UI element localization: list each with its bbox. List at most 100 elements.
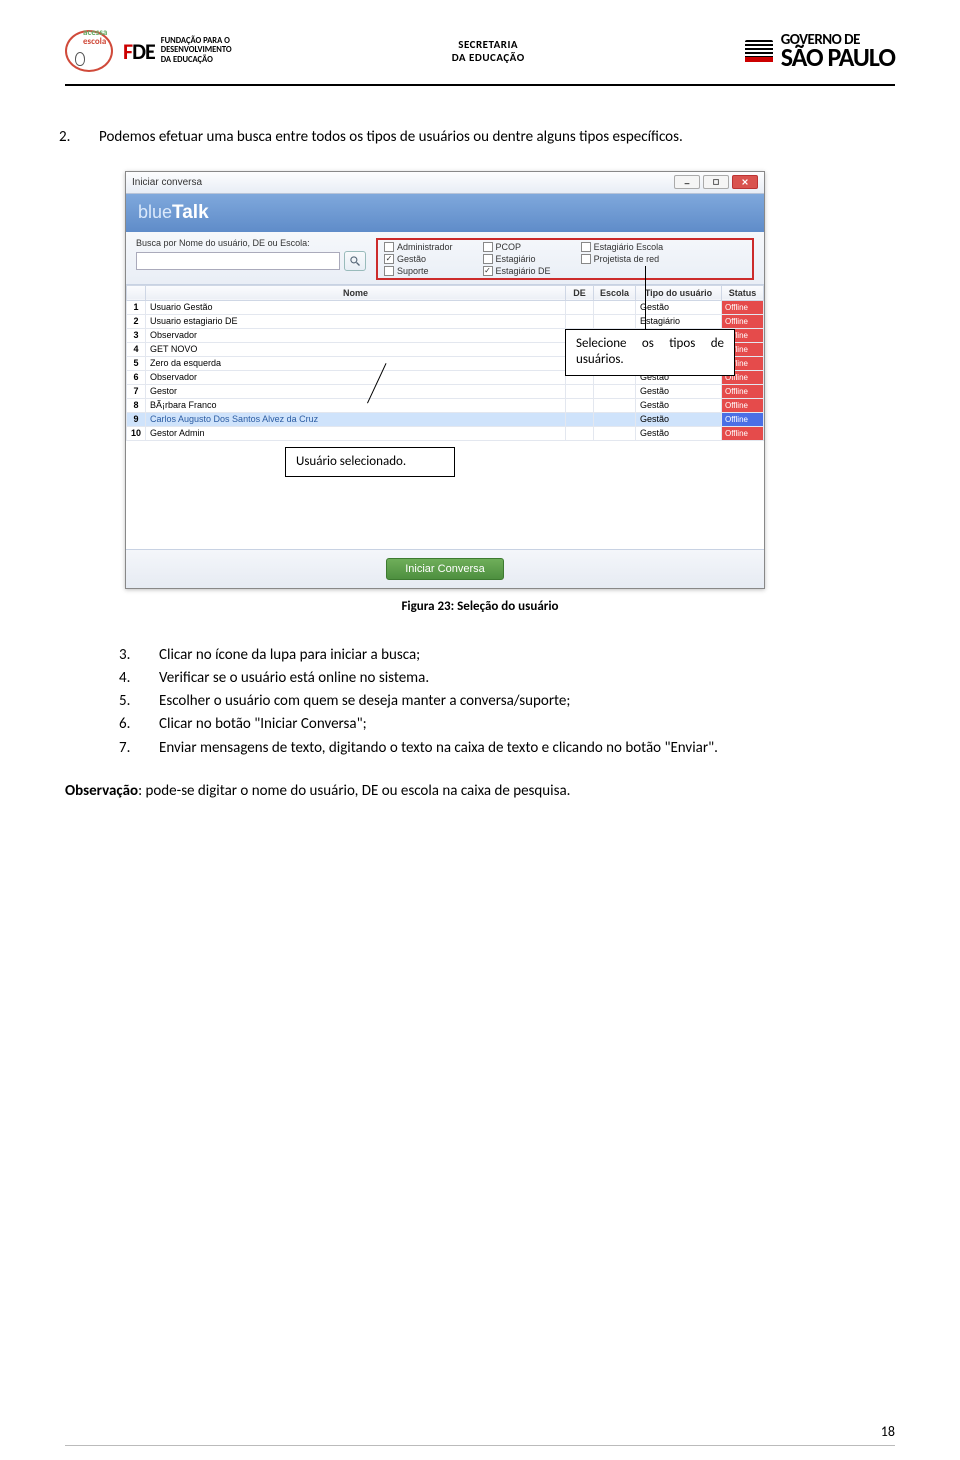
fde-subtitle: FUNDAÇÃO PARA O DESENVOLVIMENTO DA EDUCA… [161,37,232,65]
checkbox-label: Administrador [397,242,453,252]
mouse-icon [75,52,85,66]
row-escola [594,300,636,314]
row-de [566,314,594,328]
checkbox-label: Projetista de red [594,254,660,264]
row-escola [594,314,636,328]
col-num[interactable] [127,285,146,300]
row-de [566,426,594,440]
row-num: 1 [127,300,146,314]
row-tipo: Gestão [636,412,722,426]
row-nome: Zero da esquerda [146,356,566,370]
step-item: 6.Clicar no botão "Iniciar Conversa"; [159,713,895,736]
window-title: Iniciar conversa [132,177,202,188]
col-nome[interactable]: Nome [146,285,566,300]
flag-icon [745,40,773,62]
header-logos: acessaescola FDE FUNDAÇÃO PARA O DESENVO… [65,30,895,86]
row-de [566,384,594,398]
checkbox-icon [384,242,394,252]
checkbox-estagiário-de[interactable]: Estagiário DE [483,266,551,276]
logo-acessa-escola: acessaescola [65,30,113,72]
checkbox-estagiário-escola[interactable]: Estagiário Escola [581,242,664,252]
row-num: 8 [127,398,146,412]
table-row[interactable]: 9Carlos Augusto Dos Santos Alvez da Cruz… [127,412,764,426]
window-titlebar: Iniciar conversa [126,172,764,194]
checkbox-projetista-de-red[interactable]: Projetista de red [581,254,664,264]
step-item: 5.Escolher o usuário com quem se deseja … [159,690,895,713]
step-text: Escolher o usuário com quem se deseja ma… [159,692,570,710]
row-tipo: Estagiário [636,314,722,328]
checkbox-icon [384,254,394,264]
col-tipo[interactable]: Tipo do usuário [636,285,722,300]
checkbox-estagiário[interactable]: Estagiário [483,254,551,264]
row-nome: Observador [146,370,566,384]
step-number: 5. [139,690,159,713]
callout-connector [645,266,646,329]
checkbox-icon [483,266,493,276]
row-status: Offline [722,300,764,314]
close-button[interactable] [732,175,758,189]
table-row[interactable]: 7GestorGestãoOffline [127,384,764,398]
page-number: 18 [881,1423,895,1440]
brand-bar: blueTalk [126,194,764,232]
checkbox-label: Estagiário [496,254,536,264]
row-num: 5 [127,356,146,370]
row-de [566,398,594,412]
row-nome: Gestor Admin [146,426,566,440]
search-button[interactable] [344,251,366,271]
row-escola [594,412,636,426]
row-nome: Carlos Augusto Dos Santos Alvez da Cruz [146,412,566,426]
figure-23-wrap: Iniciar conversa blueTalk Busca por Nome… [125,171,895,589]
callout-selected-user: Usuário selecionado. [285,447,455,478]
row-escola [594,384,636,398]
row-de [566,412,594,426]
row-num: 6 [127,370,146,384]
row-tipo: Gestão [636,384,722,398]
checkbox-label: Gestão [397,254,426,264]
checkbox-administrador[interactable]: Administrador [384,242,453,252]
checkbox-suporte[interactable]: Suporte [384,266,453,276]
step-text: Clicar no botão "Iniciar Conversa"; [159,715,367,733]
row-num: 9 [127,412,146,426]
row-num: 7 [127,384,146,398]
col-de[interactable]: DE [566,285,594,300]
step-2-paragraph: 2.Podemos efetuar uma busca entre todos … [99,126,895,149]
table-row[interactable]: 2Usuario estagiario DEEstagiárioOffline [127,314,764,328]
checkbox-icon [384,266,394,276]
col-escola[interactable]: Escola [594,285,636,300]
step-number: 3. [139,644,159,667]
checkbox-icon [581,242,591,252]
row-tipo: Gestão [636,300,722,314]
row-nome: GET NOVO [146,342,566,356]
footer-divider [65,1445,895,1446]
bluetalk-window: Iniciar conversa blueTalk Busca por Nome… [125,171,765,589]
minimize-button[interactable] [674,175,700,189]
table-row[interactable]: 1Usuario Gestão GestãoOffline [127,300,764,314]
table-row[interactable]: 10Gestor AdminGestãoOffline [127,426,764,440]
row-num: 3 [127,328,146,342]
col-status[interactable]: Status [722,285,764,300]
step-number: 4. [139,667,159,690]
search-input[interactable] [136,252,340,270]
checkbox-gestão[interactable]: Gestão [384,254,453,264]
checkbox-pcop[interactable]: PCOP [483,242,551,252]
checkbox-icon [581,254,591,264]
row-tipo: Gestão [636,398,722,412]
row-escola [594,426,636,440]
user-type-checkboxes: Administrador Gestão Suporte PCOP Estagiári… [376,238,754,280]
row-num: 4 [127,342,146,356]
row-nome: Observador [146,328,566,342]
row-num: 2 [127,314,146,328]
callout-select-types: Selecione os tipos de usuários. [565,329,735,377]
row-status: Offline [722,384,764,398]
row-nome: Usuario Gestão [146,300,566,314]
observation-paragraph: Observação: pode-se digitar o nome do us… [65,780,895,803]
logo-secretaria: SECRETARIA DA EDUCAÇÃO [452,38,525,64]
checkbox-label: Suporte [397,266,429,276]
row-status: Offline [722,398,764,412]
iniciar-conversa-button[interactable]: Iniciar Conversa [386,558,503,580]
step-number: 7. [139,737,159,760]
row-status: Offline [722,426,764,440]
maximize-button[interactable] [703,175,729,189]
row-tipo: Gestão [636,426,722,440]
table-row[interactable]: 8BÃ¡rbara FrancoGestãoOffline [127,398,764,412]
